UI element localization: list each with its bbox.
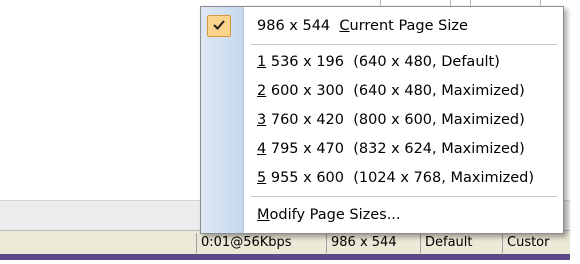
status-custom: Custor xyxy=(502,233,575,253)
menu-item-size-4[interactable]: 4 795 x 470 (832 x 624, Maximized) xyxy=(201,135,561,163)
menu-item-size-2[interactable]: 2 600 x 300 (640 x 480, Maximized) xyxy=(201,77,561,105)
menu-item-label: 2 600 x 300 (640 x 480, Maximized) xyxy=(257,83,525,99)
menu-item-label: 5 955 x 600 (1024 x 768, Maximized) xyxy=(257,170,535,186)
menu-separator xyxy=(251,44,557,45)
menu-item-size-1[interactable]: 1 536 x 196 (640 x 480, Default) xyxy=(201,48,561,76)
menu-item-label: 986 x 544 Current Page Size xyxy=(257,18,468,34)
page-size-menu: 986 x 544 Current Page Size 1 536 x 196 … xyxy=(200,6,564,234)
status-mode: Default xyxy=(420,233,499,253)
bottom-strip xyxy=(0,254,570,260)
checkmark-icon xyxy=(207,15,231,37)
menu-item-label: 1 536 x 196 (640 x 480, Default) xyxy=(257,54,500,70)
menu-item-modify-sizes[interactable]: Modify Page Sizes... xyxy=(201,201,561,229)
menu-item-size-5[interactable]: 5 955 x 600 (1024 x 768, Maximized) xyxy=(201,164,561,192)
menu-item-label: 3 760 x 420 (800 x 600, Maximized) xyxy=(257,112,525,128)
status-page-size[interactable]: 986 x 544 xyxy=(326,233,415,253)
menu-item-label: Modify Page Sizes... xyxy=(257,207,401,223)
status-download-time: 0:01@56Kbps xyxy=(196,233,323,253)
menu-item-current-size[interactable]: 986 x 544 Current Page Size xyxy=(201,12,561,40)
menu-item-label: 4 795 x 470 (832 x 624, Maximized) xyxy=(257,141,525,157)
menu-separator xyxy=(251,196,557,197)
menu-item-size-3[interactable]: 3 760 x 420 (800 x 600, Maximized) xyxy=(201,106,561,134)
